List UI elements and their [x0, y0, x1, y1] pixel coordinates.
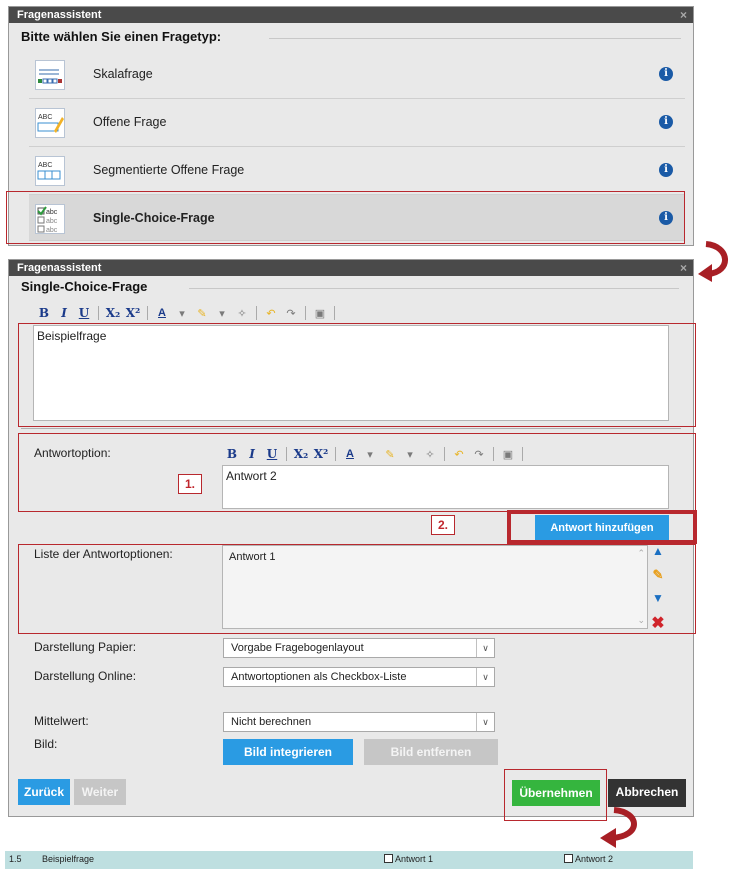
toolbar-separator	[334, 306, 335, 320]
info-icon[interactable]: i	[659, 115, 673, 129]
insert-image-button[interactable]: Bild integrieren	[223, 739, 353, 765]
step-2-tag: 2.	[431, 515, 455, 535]
close-icon[interactable]: ×	[680, 7, 687, 23]
highlight-icon[interactable]: ✎	[193, 307, 211, 320]
paper-display-label: Darstellung Papier:	[34, 640, 137, 654]
highlight-question-editor	[18, 323, 696, 427]
answer-option-label: Antwort 2	[575, 854, 614, 864]
group-divider	[189, 288, 679, 289]
info-icon[interactable]: i	[659, 67, 673, 81]
close-icon[interactable]: ×	[680, 260, 687, 276]
highlight-answer-list	[18, 544, 696, 634]
group-title: Single-Choice-Frage	[21, 279, 148, 294]
online-display-label: Darstellung Online:	[34, 669, 137, 683]
question-preview-row: 1.5 Beispielfrage Antwort 1 Antwort 2	[5, 851, 693, 869]
select-value: Nicht berechnen	[231, 716, 312, 728]
svg-text:ABC: ABC	[38, 162, 52, 169]
toolbar-separator	[305, 306, 306, 320]
dialog-title: Fragenassistent	[17, 262, 102, 274]
font-color-icon[interactable]: A	[153, 307, 171, 319]
curved-arrow-icon	[698, 241, 728, 282]
highlight-answer-option	[18, 433, 696, 512]
question-type-scale[interactable]: Skalafrage i	[29, 51, 685, 99]
info-icon[interactable]: i	[659, 163, 673, 177]
superscript-button[interactable]: X²	[124, 306, 142, 320]
image-label: Bild:	[34, 737, 58, 751]
question-type-segmented[interactable]: ABC Segmentierte Offene Frage i	[29, 147, 685, 195]
underline-button[interactable]: U	[75, 306, 93, 320]
open-question-icon: ABC	[35, 108, 65, 138]
question-type-label: Offene Frage	[93, 115, 167, 129]
mean-label: Mittelwert:	[34, 714, 89, 728]
subscript-button[interactable]: X₂	[104, 306, 122, 320]
highlight-single-choice	[6, 191, 685, 244]
clear-format-icon[interactable]: ✧	[233, 307, 251, 320]
undo-icon[interactable]: ↶	[262, 307, 280, 320]
dropdown-arrow-icon[interactable]: ▾	[173, 307, 191, 320]
highlight-apply	[504, 769, 607, 821]
paste-icon[interactable]: ▣	[311, 307, 329, 320]
toolbar-separator	[256, 306, 257, 320]
curved-arrow-icon	[600, 807, 637, 848]
toolbar-separator	[98, 306, 99, 320]
chevron-down-icon[interactable]: ∨	[476, 668, 494, 686]
cancel-button[interactable]: Abbrechen	[608, 779, 686, 807]
next-button[interactable]: Weiter	[74, 779, 126, 805]
group-divider	[269, 38, 681, 39]
dropdown-arrow-icon[interactable]: ▾	[213, 307, 231, 320]
question-number: 1.5	[9, 854, 22, 864]
redo-icon[interactable]: ↷	[282, 307, 300, 320]
question-type-label: Skalafrage	[93, 67, 153, 81]
highlight-add-answer	[507, 510, 697, 544]
select-value: Antwortoptionen als Checkbox-Liste	[231, 671, 407, 683]
dialog-titlebar: Fragenassistent ×	[9, 260, 693, 276]
scale-question-icon	[35, 60, 65, 90]
question-type-label: Segmentierte Offene Frage	[93, 163, 245, 177]
chevron-down-icon[interactable]: ∨	[476, 713, 494, 731]
segmented-question-icon: ABC	[35, 156, 65, 186]
chevron-down-icon[interactable]: ∨	[476, 639, 494, 657]
step-1-tag: 1.	[178, 474, 202, 494]
checkbox-icon[interactable]	[564, 854, 573, 863]
select-value: Vorgabe Fragebogenlayout	[231, 642, 364, 654]
answer-option-1: Antwort 1	[384, 854, 433, 864]
bold-button[interactable]: B	[35, 306, 53, 320]
answer-option-label: Antwort 1	[395, 854, 434, 864]
dialog-titlebar: Fragenassistent ×	[9, 7, 693, 23]
svg-text:ABC: ABC	[38, 114, 52, 121]
online-display-select[interactable]: Antwortoptionen als Checkbox-Liste ∨	[223, 667, 495, 687]
question-type-open[interactable]: ABC Offene Frage i	[29, 99, 685, 147]
mean-select[interactable]: Nicht berechnen ∨	[223, 712, 495, 732]
question-editor-toolbar: B I U X₂ X² A ▾ ✎ ▾ ✧ ↶ ↷ ▣	[35, 303, 338, 323]
checkbox-icon[interactable]	[384, 854, 393, 863]
toolbar-separator	[147, 306, 148, 320]
section-divider	[21, 428, 681, 429]
group-title: Bitte wählen Sie einen Fragetyp:	[21, 29, 222, 44]
paper-display-select[interactable]: Vorgabe Fragebogenlayout ∨	[223, 638, 495, 658]
remove-image-button[interactable]: Bild entfernen	[364, 739, 498, 765]
answer-option-2: Antwort 2	[564, 854, 613, 864]
question-text: Beispielfrage	[42, 854, 95, 864]
italic-button[interactable]: I	[55, 306, 73, 320]
dialog-title: Fragenassistent	[17, 9, 102, 21]
back-button[interactable]: Zurück	[18, 779, 70, 805]
